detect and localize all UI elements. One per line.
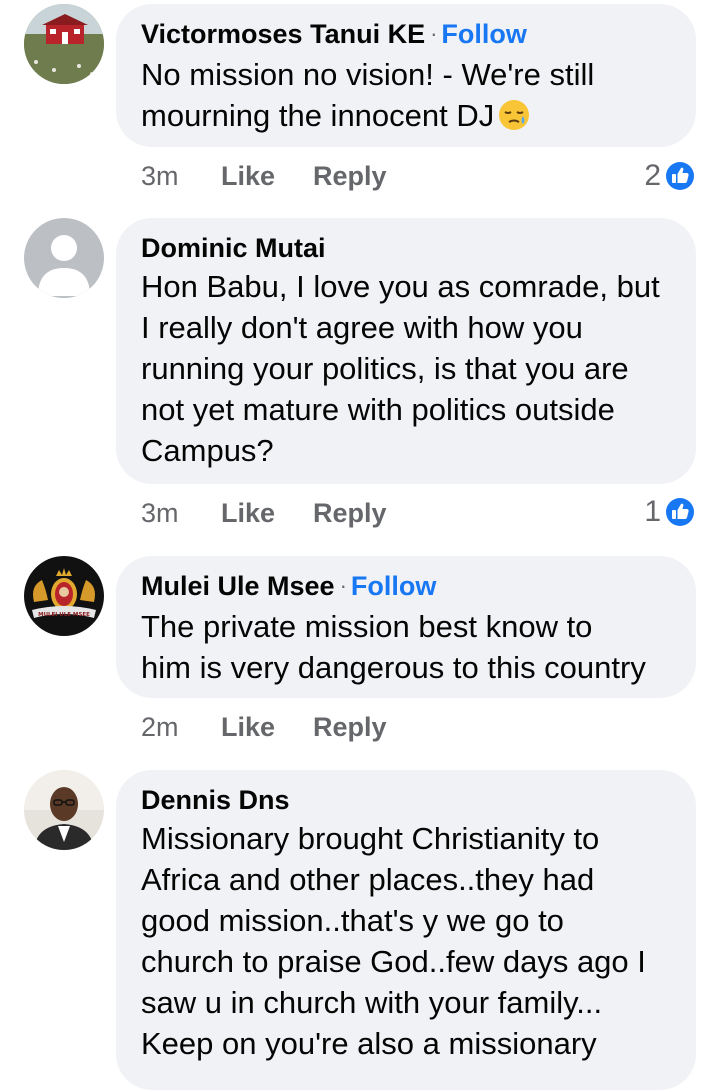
reaction-summary[interactable]: 1 [644, 494, 696, 530]
avatar[interactable] [24, 770, 104, 850]
comment-text-line: Africa and other places..they had [141, 862, 595, 897]
comment-actions: 3m Like Reply [141, 158, 387, 194]
comment-text-line: Campus? [141, 433, 274, 468]
comment-actions: 3m Like Reply [141, 495, 387, 531]
comment-bubble: Mulei Ule Msee · Follow The private missio… [116, 556, 696, 698]
author-line: Dominic Mutai [141, 232, 670, 264]
like-reaction-icon [664, 160, 696, 192]
reply-button[interactable]: Reply [313, 495, 387, 531]
comment-text: Hon Babu, I love you as comrade, but I r… [141, 266, 670, 471]
author-name[interactable]: Victormoses Tanui KE [141, 19, 425, 49]
comment-actions: 2m Like Reply [141, 709, 387, 745]
like-reaction-icon [664, 496, 696, 528]
author-name[interactable]: Dennis Dns [141, 785, 290, 815]
avatar[interactable] [24, 218, 104, 298]
comment-text-line: Missionary brought Christianity to [141, 821, 600, 856]
avatar-logo-text: MULEI ULE MSEE [38, 612, 90, 618]
author-line: Victormoses Tanui KE · Follow [141, 18, 670, 52]
comment-text-line: good mission..that's y we go to [141, 903, 564, 938]
comment-bubble: Dennis Dns Missionary brought Christiani… [116, 770, 696, 1090]
comment-bubble: Dominic Mutai Hon Babu, I love you as co… [116, 218, 696, 484]
comment-text-line: I really don't agree with how you [141, 310, 583, 345]
timestamp[interactable]: 3m [141, 158, 221, 194]
like-button[interactable]: Like [221, 709, 313, 745]
author-line: Dennis Dns [141, 784, 670, 816]
comment-text-line: mourning the innocent DJ [141, 98, 495, 133]
profile-photo-person-icon [24, 770, 104, 850]
author-line: Mulei Ule Msee · Follow [141, 570, 670, 604]
separator-dot: · [430, 21, 438, 46]
comment-text-line: running your politics, is that you are [141, 351, 629, 386]
avatar[interactable]: MULEI ULE MSEE [24, 556, 104, 636]
timestamp[interactable]: 2m [141, 709, 221, 745]
sleepy-face-emoji-icon [499, 100, 530, 130]
default-profile-icon [24, 218, 104, 298]
comment-text: No mission no vision! - We're still mour… [141, 54, 670, 136]
avatar[interactable] [24, 4, 104, 84]
comment-text-line: No mission no vision! - We're still [141, 57, 595, 92]
reply-button[interactable]: Reply [313, 709, 387, 745]
profile-logo-lions-crest-icon: MULEI ULE MSEE [24, 556, 104, 636]
comment-text-line: saw u in church with your family... [141, 985, 603, 1020]
author-name[interactable]: Mulei Ule Msee [141, 571, 335, 601]
comment-text-line: Keep on you're also a missionary [141, 1026, 597, 1061]
reply-button[interactable]: Reply [313, 158, 387, 194]
comment-text-line: church to praise God..few days ago I [141, 944, 646, 979]
comment-text: Missionary brought Christianity to Afric… [141, 818, 670, 1064]
reaction-count: 2 [644, 159, 661, 192]
follow-link[interactable]: Follow [351, 571, 436, 601]
author-name[interactable]: Dominic Mutai [141, 233, 326, 263]
like-button[interactable]: Like [221, 158, 313, 194]
comment-text-line: him is very dangerous to this country [141, 650, 646, 685]
comment-text-line: The private mission best know to [141, 609, 593, 644]
comment-text-line: not yet mature with politics outside [141, 392, 615, 427]
timestamp[interactable]: 3m [141, 495, 221, 531]
reaction-count: 1 [644, 495, 661, 528]
reaction-summary[interactable]: 2 [644, 158, 696, 194]
profile-photo-house-icon [24, 4, 104, 84]
like-button[interactable]: Like [221, 495, 313, 531]
separator-dot: · [339, 573, 347, 598]
comment-text: The private mission best know to him is … [141, 606, 670, 688]
comment-text-line: Hon Babu, I love you as comrade, but [141, 269, 660, 304]
comment-bubble: Victormoses Tanui KE · Follow No mission n… [116, 4, 696, 147]
follow-link[interactable]: Follow [441, 19, 526, 49]
